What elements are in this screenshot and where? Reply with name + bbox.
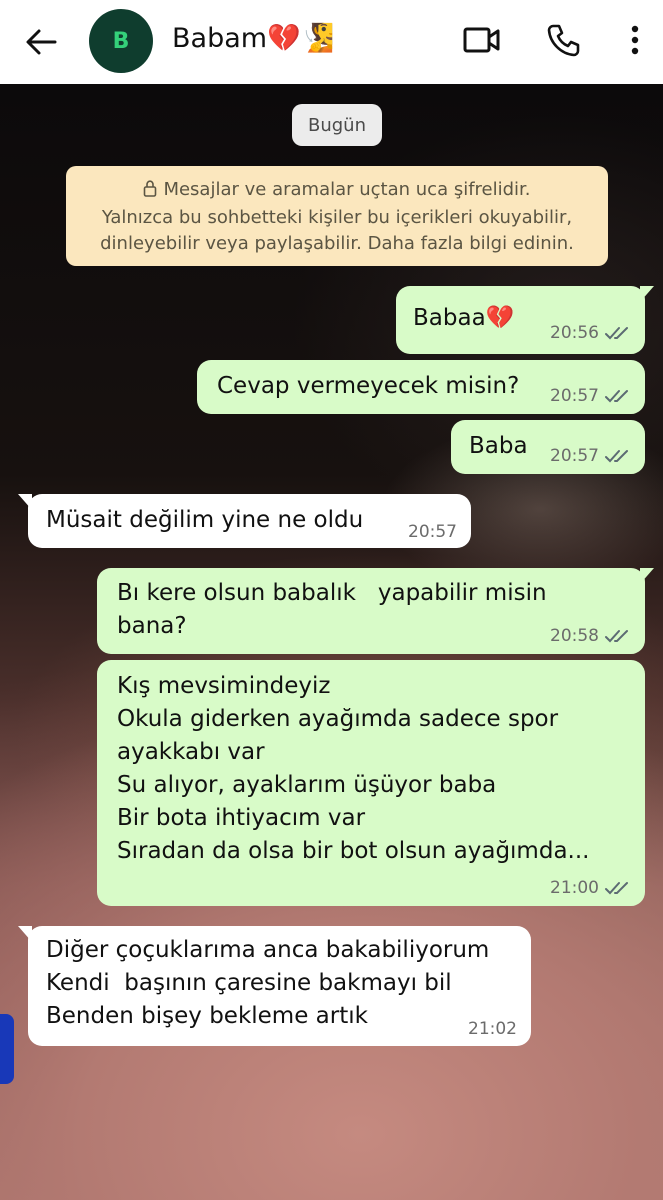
encryption-notice-line: Yalnızca bu sohbetteki kişiler bu içerik… <box>101 207 573 228</box>
lock-icon <box>143 179 157 205</box>
read-ticks-icon <box>605 882 628 895</box>
message-text: Babaa💔 <box>413 305 515 331</box>
outgoing-message[interactable]: Bı kere olsun babalık yapabilir misin ba… <box>97 568 654 654</box>
video-call-icon <box>463 27 500 53</box>
voice-call-button[interactable] <box>542 18 586 62</box>
bubble-tail <box>640 568 654 584</box>
message-time: 20:58 <box>550 626 599 646</box>
outgoing-message[interactable]: Baba 20:57 <box>451 420 645 474</box>
message-text: Cevap vermeyecek misin? <box>217 373 520 399</box>
contact-name[interactable]: Babam💔🧏 <box>172 22 334 54</box>
message-meta: 21:00 <box>550 878 631 898</box>
encryption-notice-line: Mesajlar ve aramalar uçtan uca şifrelidi… <box>76 177 598 205</box>
message-time: 20:56 <box>550 323 599 343</box>
chat-header: B Babam💔🧏 <box>0 0 663 84</box>
avatar-letter: B <box>112 28 130 54</box>
encryption-notice-line: dinleyebilir veya paylaşabilir. Daha faz… <box>100 233 574 254</box>
message-text: Diğer çoçuklarıma anca bakabiliyorum Ken… <box>46 937 490 1029</box>
message-time: 20:57 <box>550 446 599 466</box>
more-options-button[interactable] <box>615 18 655 62</box>
read-ticks-icon <box>605 390 628 403</box>
message-meta: 20:58 <box>550 626 631 646</box>
bubble-tail <box>640 286 654 302</box>
message-meta: 21:02 <box>468 1019 517 1039</box>
message-time: 21:00 <box>550 878 599 898</box>
video-call-button[interactable] <box>460 18 504 62</box>
message-text: Bı kere olsun babalık yapabilir misin ba… <box>117 580 547 639</box>
encryption-notice[interactable]: Mesajlar ve aramalar uçtan uca şifrelidi… <box>66 166 608 266</box>
message-text: Müsait değilim yine ne oldu <box>46 507 364 533</box>
date-chip: Bugün <box>292 104 382 146</box>
contact-avatar[interactable]: B <box>89 9 153 73</box>
incoming-message[interactable]: Müsait değilim yine ne oldu 20:57 <box>18 494 471 548</box>
incoming-message[interactable]: Diğer çoçuklarıma anca bakabiliyorum Ken… <box>18 926 531 1046</box>
bubble-tail <box>18 926 32 942</box>
message-time: 20:57 <box>550 386 599 406</box>
message-text: Kış mevsimindeyiz Okula giderken ayağımd… <box>117 673 590 864</box>
bubble-tail <box>18 494 32 510</box>
read-ticks-icon <box>605 327 628 340</box>
message-meta: 20:57 <box>550 386 631 406</box>
message-time: 20:57 <box>408 522 457 542</box>
message-meta: 20:56 <box>550 323 631 343</box>
outgoing-message[interactable]: Kış mevsimindeyiz Okula giderken ayağımd… <box>97 660 645 906</box>
message-meta: 20:57 <box>550 446 631 466</box>
outgoing-message[interactable]: Cevap vermeyecek misin? 20:57 <box>197 360 645 414</box>
outgoing-message[interactable]: Babaa💔 20:56 <box>396 286 654 354</box>
read-ticks-icon <box>605 450 628 463</box>
wallpaper-detail <box>0 1014 14 1084</box>
read-ticks-icon <box>605 630 628 643</box>
message-text: Baba <box>469 433 528 459</box>
message-meta: 20:57 <box>408 522 457 542</box>
phone-call-icon <box>547 24 580 57</box>
back-arrow-icon <box>26 29 57 55</box>
more-options-icon <box>631 25 639 55</box>
message-time: 21:02 <box>468 1019 517 1039</box>
back-button[interactable] <box>20 22 62 62</box>
